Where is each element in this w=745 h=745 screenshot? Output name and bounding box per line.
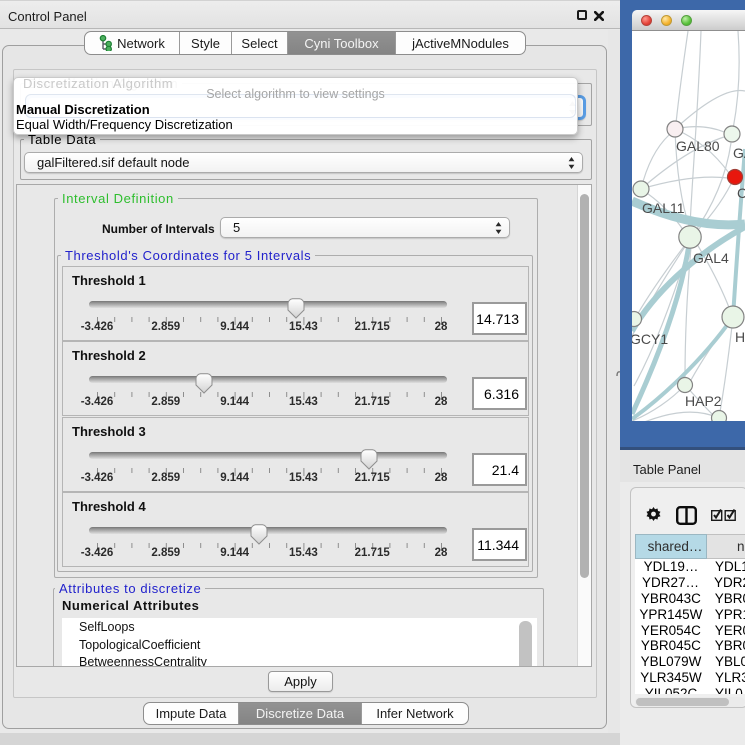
svg-text:C: C: [737, 185, 745, 201]
svg-text:GAL80: GAL80: [676, 138, 720, 154]
svg-text:HAP2: HAP2: [685, 393, 722, 409]
svg-text:GAL11: GAL11: [642, 200, 685, 216]
svg-text:GAL4: GAL4: [693, 250, 729, 266]
svg-text:GCY1: GCY1: [632, 331, 668, 347]
svg-text:H: H: [735, 329, 745, 345]
svg-text:GA: GA: [733, 145, 745, 161]
